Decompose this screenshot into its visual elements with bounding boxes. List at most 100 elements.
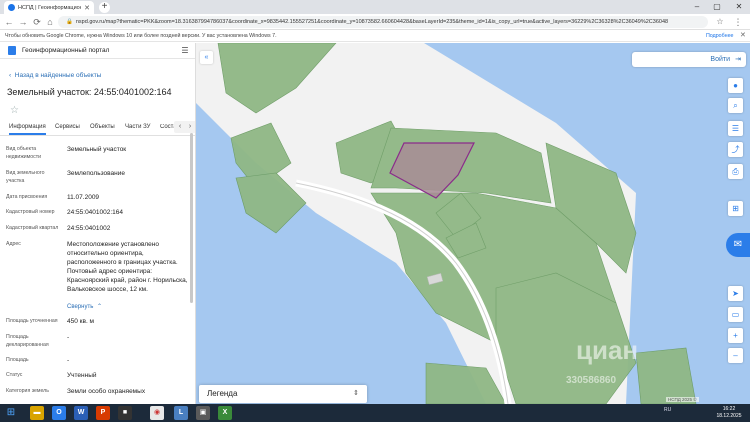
field-value: 11.07.2009 [67,194,100,201]
field-label: Кадастровый номер [6,209,55,215]
tab-parcel-parts[interactable]: Части ЗУ [125,124,150,130]
forward-icon[interactable]: → [17,16,29,28]
layers-icon[interactable]: ☰ [728,121,743,136]
field-label: Категория земель [6,388,49,394]
tab-title: НСПД | Геоинформационный ... [18,4,81,11]
maximize-icon[interactable]: ▢ [708,0,726,14]
legend-dropdown[interactable]: Легенда ⇕ [199,385,367,403]
terminal-icon[interactable]: ▣ [196,406,210,420]
parcel-shape [635,347,697,404]
tab-services[interactable]: Сервисы [55,124,80,130]
tab-information[interactable]: Информация [9,124,46,135]
field-label: Площадь декларированная [6,334,49,348]
portal-logo-icon [8,46,16,55]
url-input[interactable]: 🔒 nspd.gov.ru/map?thematic=PKK&zoom=18.31… [58,16,708,28]
reload-icon[interactable]: ⟳ [31,16,43,28]
info-icon[interactable]: ● [728,78,743,93]
tabs-next-icon[interactable]: › [184,121,195,133]
windows-taskbar: ⊞ ▬ O W P ■ ◉ L ▣ X RU 16:22 18.12.2025 [0,404,750,422]
site-favicon-icon [8,4,15,11]
search-icon[interactable]: ⌕ [728,98,743,113]
field-value: Земли особо охраняемых [67,388,146,395]
home-icon[interactable]: ⌂ [44,16,56,28]
panel-scrollbar[interactable] [190,133,193,303]
back-to-results-link[interactable]: ‹ Назад в найденные объекты [9,72,195,79]
map-layer [196,43,697,404]
parcel-title: Земельный участок: 24:55:0401002:164 [7,87,172,97]
field-value: - [67,334,70,341]
app-icon[interactable]: ■ [118,406,132,420]
excel-icon[interactable]: X [218,406,232,420]
print-icon[interactable]: ⎙ [728,164,743,179]
field-label: Кадастровый квартал [6,225,59,231]
back-link-label: Назад в найденные объекты [14,72,102,79]
field-value: Землепользование [67,170,125,177]
login-button[interactable]: Войти ⇥ [632,52,746,67]
address-bar-row: ← → ⟳ ⌂ 🔒 nspd.gov.ru/map?thematic=PKK&zo… [0,14,750,30]
zoom-out-button[interactable]: – [728,348,743,363]
watermark-id: 330586860 [566,375,617,386]
collapse-panel-button[interactable]: « [200,51,213,64]
browser-tab[interactable]: НСПД | Геоинформационный ... ✕ [4,1,94,14]
word-icon[interactable]: W [74,406,88,420]
powerpoint-icon[interactable]: P [96,406,110,420]
update-infobar: Чтобы обновить Google Chrome, нужна Wind… [0,30,750,42]
login-label: Войти [710,56,730,63]
field-value: Учтенный [67,372,97,379]
browser-menu-icon[interactable]: ⋮ [732,16,744,28]
minimize-icon[interactable]: – [688,0,706,14]
infobar-more-link[interactable]: Подробнее [706,30,733,42]
system-clock[interactable]: 16:22 18.12.2025 [712,406,746,420]
panel-header: Геоинформационный портал ☰ [0,43,195,59]
tab-objects[interactable]: Объекты [90,124,115,130]
field-value: 24:55:0401002 [67,225,111,232]
share-icon[interactable]: ⤴ [728,142,743,157]
map-canvas[interactable]: « Войти ⇥ ● ⌕ ☰ ⤴ ⎙ ⊞ ✉ ➤ ▭ + – циан 3305… [196,43,750,404]
infobar-close-icon[interactable]: ✕ [740,30,746,42]
clock-date: 18.12.2025 [716,413,742,419]
close-tab-icon[interactable]: ✕ [84,4,90,12]
bookmark-star-icon[interactable]: ☆ [714,16,726,28]
ruler-icon[interactable]: ⊞ [728,201,743,216]
portal-title: Геоинформационный портал [22,47,110,54]
language-indicator[interactable]: RU [664,407,671,413]
object-info-panel: Геоинформационный портал ☰ ‹ Назад в най… [0,43,196,404]
watermark-logo: циан [576,335,639,365]
field-value: Земельный участок [67,146,127,153]
back-icon[interactable]: ← [3,16,15,28]
field-label: Статус [6,372,23,378]
minimap-icon[interactable]: ▭ [728,307,743,322]
info-tabs: Информация Сервисы Объекты Части ЗУ Сост… [0,120,195,136]
chevron-up-icon: ⌃ [95,304,102,310]
field-value: 450 кв. м [67,318,95,325]
lock-icon: 🔒 [66,19,73,25]
url-text: nspd.gov.ru/map?thematic=PKK&zoom=18.316… [75,19,669,25]
lync-icon[interactable]: L [174,406,188,420]
locate-icon[interactable]: ➤ [728,286,743,301]
chat-support-button[interactable]: ✉ [726,233,750,257]
file-explorer-icon[interactable]: ▬ [30,406,44,420]
infobar-text: Чтобы обновить Google Chrome, нужна Wind… [5,33,277,39]
hamburger-menu-icon[interactable]: ☰ [175,46,195,55]
field-label: Площадь уточненная [6,318,58,324]
outlook-icon[interactable]: O [52,406,66,420]
favorite-star-icon[interactable]: ☆ [10,105,195,116]
field-label: Вид объекта недвижимости [6,146,42,160]
windows-start-icon[interactable]: ⊞ [4,406,18,420]
tab-composition[interactable]: Состав [160,124,174,130]
chrome-icon[interactable]: ◉ [150,406,164,420]
collapse-link[interactable]: Свернуть ⌃ [67,303,195,310]
zoom-in-button[interactable]: + [728,328,743,343]
new-tab-button[interactable]: + [99,2,110,13]
field-label: Вид земельного участка [6,170,45,184]
collapse-label: Свернуть [67,304,94,310]
clock-time: 16:22 [722,406,736,412]
field-label: Площадь [6,357,29,363]
expand-sort-icon: ⇕ [353,390,359,397]
login-arrow-icon: ⇥ [735,56,741,63]
map-attribution: НСПД 2025 © [666,397,699,402]
legend-label: Легенда [207,389,238,398]
field-value: 24:55:0401002:164 [67,209,124,216]
field-value: - [67,357,70,364]
close-window-icon[interactable]: ✕ [730,0,748,14]
